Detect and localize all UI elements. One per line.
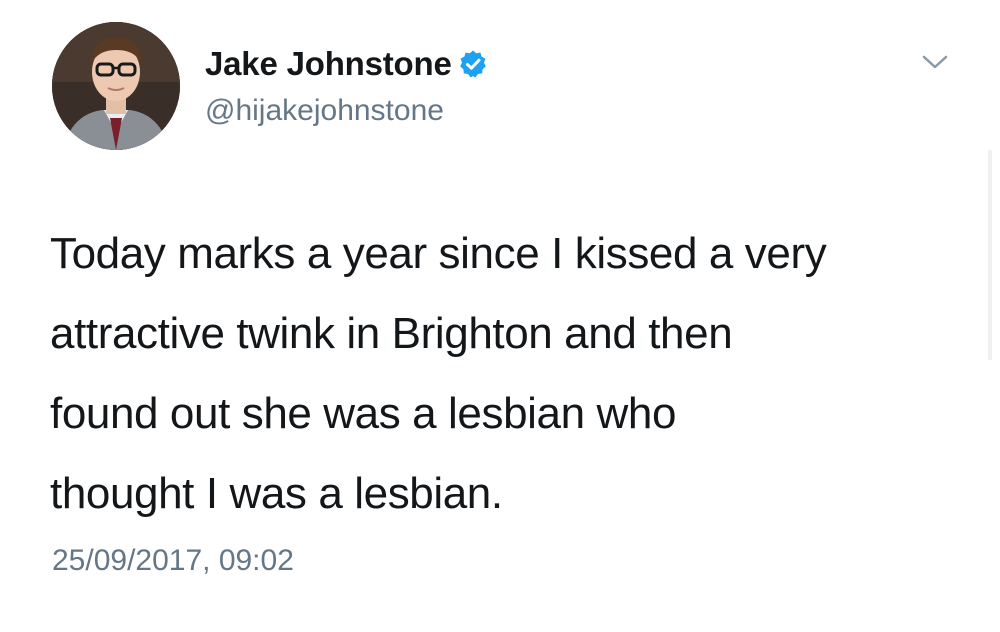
tweet-text-line: attractive twink in Brighton and then — [50, 309, 733, 358]
author-handle[interactable]: @hijakejohnstone — [205, 94, 444, 128]
scrollbar[interactable] — [988, 150, 992, 360]
tweet-card: Jake Johnstone @hijakejohnstone Today ma… — [0, 0, 1000, 632]
author-display-name[interactable]: Jake Johnstone — [205, 45, 452, 83]
tweet-text-line: thought I was a lesbian. — [50, 469, 503, 518]
chevron-down-icon[interactable] — [918, 50, 952, 74]
author-avatar[interactable] — [52, 22, 180, 150]
tweet-timestamp[interactable]: 25/09/2017, 09:02 — [52, 544, 294, 578]
verified-badge-icon — [458, 49, 488, 79]
tweet-text-line: Today marks a year since I kissed a very — [50, 229, 827, 278]
profile-photo-icon — [52, 22, 180, 150]
tweet-text: Today marks a year since I kissed a very… — [50, 214, 970, 534]
author-name-row: Jake Johnstone — [205, 44, 488, 84]
tweet-text-line: found out she was a lesbian who — [50, 389, 677, 438]
